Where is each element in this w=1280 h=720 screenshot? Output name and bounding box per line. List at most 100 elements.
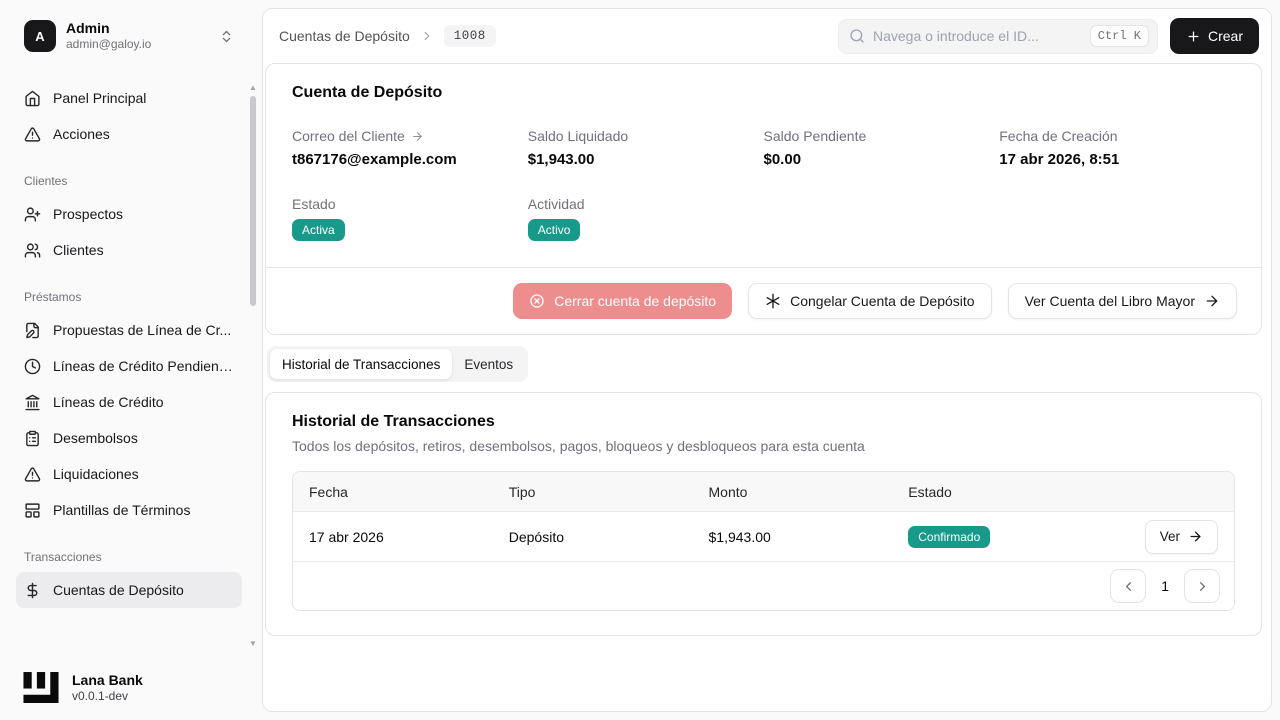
account-actions: Cerrar cuenta de depósito Congelar Cuent… [266, 267, 1261, 334]
sidebar-item-plantillas-terminos[interactable]: Plantillas de Términos [16, 492, 242, 528]
field-activity: Actividad Activo [527, 196, 764, 241]
close-account-button[interactable]: Cerrar cuenta de depósito [513, 283, 733, 319]
activity-badge: Activo [527, 219, 581, 241]
circle-x-icon [530, 294, 544, 308]
create-button[interactable]: Crear [1169, 18, 1259, 54]
tabs-row: Historial de Transacciones Eventos [267, 346, 1262, 382]
table-row: 17 abr 2026 Depósito $1,943.00 Confirmad… [293, 512, 1234, 562]
current-page-number[interactable]: 1 [1161, 578, 1169, 594]
sidebar-item-lineas-credito-pendientes[interactable]: Líneas de Crédito Pendient... [16, 348, 242, 384]
freeze-account-button[interactable]: Congelar Cuenta de Depósito [748, 283, 992, 319]
brand-footer: Lana Bank v0.0.1-dev [16, 661, 242, 706]
chevrons-up-down-icon [222, 30, 231, 42]
plus-icon [1188, 31, 1199, 41]
customer-email-value: t867176@example.com [292, 151, 457, 168]
layout-panel-top-icon [25, 502, 40, 518]
col-tipo: Tipo [508, 483, 536, 500]
arrow-right-icon [1190, 531, 1201, 542]
sidebar-item-acciones[interactable]: Acciones [16, 116, 242, 152]
sidebar-item-lineas-credito[interactable]: Líneas de Crédito [16, 384, 242, 420]
sidebar-item-liquidaciones[interactable]: Liquidaciones [16, 456, 242, 492]
sidebar-item-label: Acciones [53, 126, 110, 142]
scroll-down-arrow-icon[interactable]: ▼ [248, 640, 258, 648]
sidebar-item-label: Líneas de Crédito Pendient... [53, 358, 234, 374]
tab-historial-transacciones[interactable]: Historial de Transacciones [270, 349, 453, 379]
lana-bank-logo [23, 672, 59, 703]
sidebar-item-propuestas-linea-credito[interactable]: Propuestas de Línea de Cr... [16, 312, 242, 348]
col-monto: Monto [708, 483, 748, 500]
brand-name: Lana Bank [72, 671, 143, 688]
history-subtitle: Todos los depósitos, retiros, desembolso… [292, 438, 865, 454]
transactions-table: Fecha Tipo Monto Estado 17 abr 2026 Depó… [292, 471, 1235, 611]
sidebar-item-cuentas-deposito[interactable]: Cuentas de Depósito [16, 572, 242, 608]
search-icon [850, 29, 864, 43]
triangle-alert-icon [24, 126, 41, 142]
cell-date: 17 abr 2026 [309, 528, 384, 545]
main-area: Cuentas de Depósito 1008 Ctrl K Crear [262, 0, 1280, 720]
triangle-alert-icon [24, 466, 41, 482]
avatar: A [24, 20, 56, 52]
field-status: Estado Activa [292, 196, 528, 241]
clipboard-list-icon [26, 430, 39, 446]
clock-icon [24, 358, 41, 374]
sidebar-item-clientes[interactable]: Clientes [16, 232, 242, 268]
sidebar-item-desembolsos[interactable]: Desembolsos [16, 420, 242, 456]
file-pen-icon [26, 322, 39, 338]
field-customer-email: Correo del Cliente t867176@example.com [292, 128, 528, 168]
table-header-row: Fecha Tipo Monto Estado [293, 472, 1234, 512]
sidebar-section-prestamos: Préstamos [24, 290, 82, 304]
topbar: Cuentas de Depósito 1008 Ctrl K Crear [263, 9, 1271, 63]
created-date-value: 17 abr 2026, 8:51 [999, 151, 1120, 168]
cell-amount: $1,943.00 [708, 528, 771, 545]
field-created-date: Fecha de Creación 17 abr 2026, 8:51 [999, 128, 1235, 168]
main-panel: Cuentas de Depósito 1008 Ctrl K Crear [262, 8, 1272, 712]
field-settled-balance: Saldo Liquidado $1,943.00 [528, 128, 764, 168]
sidebar-item-label: Propuestas de Línea de Cr... [53, 322, 232, 338]
user-email: admin@galoy.io [66, 37, 152, 51]
transaction-history-card: Historial de Transacciones Todos los dep… [265, 392, 1262, 636]
next-page-button[interactable] [1184, 569, 1220, 603]
user-menu[interactable]: A Admin admin@galoy.io [16, 12, 242, 60]
sidebar-section-transacciones: Transacciones [24, 550, 102, 564]
scroll-up-arrow-icon[interactable]: ▲ [248, 84, 258, 92]
sidebar-item-label: Desembolsos [53, 430, 138, 446]
sidebar-item-label: Prospectos [53, 206, 124, 222]
sidebar-item-label: Panel Principal [53, 90, 147, 106]
scrollbar-thumb[interactable] [250, 96, 256, 306]
tab-list: Historial de Transacciones Eventos [267, 346, 529, 382]
global-search[interactable]: Ctrl K [837, 18, 1158, 54]
sidebar-item-label: Líneas de Crédito [53, 394, 164, 410]
search-input[interactable] [872, 28, 1082, 44]
breadcrumb-current-badge: 1008 [443, 25, 496, 47]
card-title: Cuenta de Depósito [292, 84, 443, 101]
settled-balance-value: $1,943.00 [527, 151, 595, 168]
sidebar-item-panel-principal[interactable]: Panel Principal [16, 80, 242, 116]
sidebar-item-label: Liquidaciones [53, 466, 139, 482]
cell-type: Depósito [508, 528, 565, 545]
col-estado: Estado [908, 483, 952, 500]
snowflake-icon [766, 293, 780, 309]
arrow-right-icon [413, 131, 422, 141]
chevron-right-icon [424, 31, 430, 41]
view-ledger-button[interactable]: Ver Cuenta del Libro Mayor [1007, 283, 1237, 319]
arrow-right-icon [1206, 295, 1218, 307]
breadcrumb-root[interactable]: Cuentas de Depósito [279, 28, 410, 44]
customer-email-link[interactable]: Correo del Cliente [292, 128, 528, 144]
chevron-left-icon [1125, 581, 1131, 591]
sidebar-nav: Panel Principal Acciones Clientes Prospe… [16, 80, 242, 661]
prev-page-button[interactable] [1110, 569, 1147, 603]
tab-eventos[interactable]: Eventos [452, 349, 525, 379]
sidebar-item-prospectos[interactable]: Prospectos [16, 196, 242, 232]
status-badge: Activa [292, 219, 345, 241]
field-pending-balance: Saldo Pendiente $0.00 [764, 128, 1000, 168]
sidebar-scrollbar: ▲ ▼ [248, 84, 258, 648]
user-name: Admin [66, 20, 110, 36]
view-transaction-button[interactable]: Ver [1144, 519, 1218, 554]
breadcrumb: Cuentas de Depósito 1008 [279, 25, 496, 47]
page-content: Cuenta de Depósito Correo del Cliente t8… [263, 63, 1271, 711]
sidebar-item-label: Cuentas de Depósito [53, 582, 184, 598]
chevron-right-icon [1199, 581, 1205, 591]
transaction-status-badge: Confirmado [908, 525, 991, 548]
home-icon [25, 90, 40, 106]
sidebar: A Admin admin@galoy.io Panel Principal A… [0, 0, 262, 720]
